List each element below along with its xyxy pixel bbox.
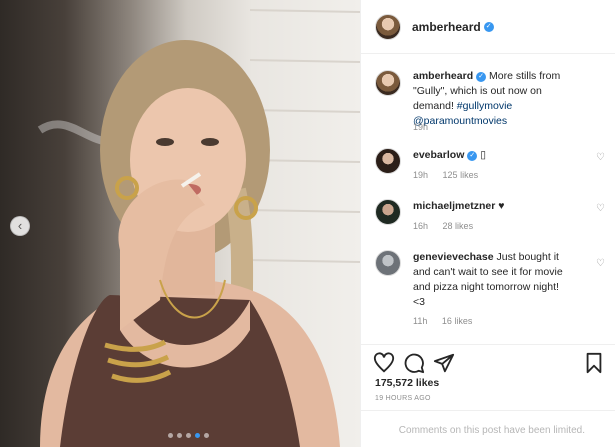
post-header: amberheard ✓	[361, 0, 615, 54]
avatar[interactable]	[375, 13, 401, 40]
comment-body: ♥	[498, 200, 505, 212]
photo-illustration	[37, 9, 360, 447]
comment-likes[interactable]: 125 likes	[443, 170, 479, 180]
carousel-dot	[177, 433, 182, 438]
carousel-dot	[168, 433, 173, 438]
heart-icon[interactable]	[373, 352, 395, 374]
instagram-post: ‹ amberheard ✓ amberheard ✓ More stills f…	[0, 0, 615, 447]
comments-list[interactable]: amberheard ✓ More stills from "Gully", wh…	[361, 54, 615, 344]
comment-age[interactable]: 11h	[413, 316, 427, 326]
comment-username[interactable]: michaeljmetzner	[413, 200, 495, 212]
comment-age[interactable]: 19h	[413, 170, 428, 180]
avatar[interactable]	[375, 70, 401, 96]
caption-age[interactable]: 19h	[413, 122, 428, 132]
caption-text: amberheard ✓ More stills from "Gully", wh…	[413, 69, 583, 129]
verified-badge-icon: ✓	[467, 151, 478, 161]
likes-count[interactable]: 175,572 likes	[375, 377, 439, 389]
comment-meta: 11h 16 likes	[413, 316, 484, 326]
carousel-indicator	[168, 433, 209, 438]
comment-likes[interactable]: 28 likes	[443, 221, 474, 231]
chevron-left-icon[interactable]: ‹	[10, 216, 30, 236]
post-photo[interactable]: ‹	[0, 0, 360, 447]
caption-username[interactable]: amberheard	[413, 70, 473, 82]
comment-like-heart-icon[interactable]: ♡	[596, 152, 605, 163]
verified-badge-icon: ✓	[483, 21, 494, 32]
verified-badge-icon: ✓	[476, 72, 487, 82]
post-timestamp[interactable]: 19 HOURS AGO	[375, 395, 431, 402]
comment-likes[interactable]: 16 likes	[442, 316, 473, 326]
comment-like-heart-icon[interactable]: ♡	[596, 258, 605, 269]
post-actions: 175,572 likes 19 HOURS AGO	[361, 344, 615, 405]
comment-icon[interactable]	[403, 352, 425, 374]
comment-age[interactable]: 16h	[413, 221, 428, 231]
share-icon[interactable]	[433, 352, 455, 374]
comment-body: ▯	[480, 149, 487, 161]
comment-text: evebarlow ✓ ▯	[413, 148, 583, 163]
avatar[interactable]	[375, 148, 401, 174]
bookmark-icon[interactable]	[583, 352, 605, 374]
post-author-username[interactable]: amberheard	[412, 20, 481, 34]
carousel-dot-active	[195, 433, 200, 438]
avatar[interactable]	[375, 199, 401, 225]
hashtag-link[interactable]: #gullymovie	[457, 100, 512, 112]
comment-text: genevievechase Just bought it and can't …	[413, 250, 573, 310]
carousel-dot	[204, 433, 209, 438]
post-side-panel: amberheard ✓ amberheard ✓ More stills fro…	[360, 0, 615, 447]
comment-meta: 16h 28 likes	[413, 221, 485, 231]
caption-meta: 19h	[413, 122, 440, 132]
comment-like-heart-icon[interactable]: ♡	[596, 203, 605, 214]
comment-username[interactable]: genevievechase	[413, 251, 494, 263]
comment-meta: 19h 125 likes	[413, 170, 490, 180]
comments-limited-notice: Comments on this post have been limited.	[361, 410, 615, 447]
comment-username[interactable]: evebarlow	[413, 149, 464, 161]
avatar[interactable]	[375, 250, 401, 276]
comment-text: michaeljmetzner ♥	[413, 199, 583, 214]
carousel-dot	[186, 433, 191, 438]
